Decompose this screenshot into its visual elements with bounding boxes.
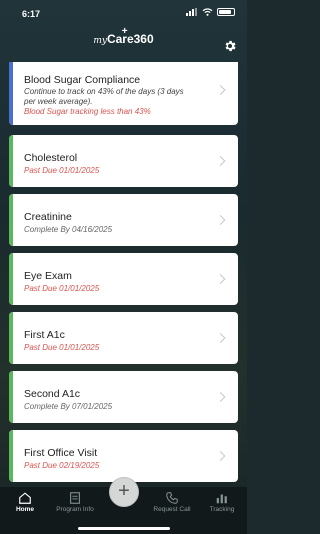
item-due-date: Past Due 01/01/2025 xyxy=(24,284,100,293)
item-due-date: Complete By 07/01/2025 xyxy=(24,402,113,411)
mycare360-logo: + myCare360 xyxy=(93,26,154,46)
list-item-first-a1c[interactable]: First A1c Past Due 01/01/2025 xyxy=(9,312,238,364)
list-item-creatinine[interactable]: Creatinine Complete By 04/16/2025 xyxy=(9,194,238,246)
chevron-right-icon xyxy=(215,392,226,402)
item-title: First A1c xyxy=(24,329,65,341)
bar-chart-icon xyxy=(216,494,227,504)
home-indicator xyxy=(78,527,170,530)
item-title: First Office Visit xyxy=(24,447,98,459)
cellular-signal-icon xyxy=(186,8,198,16)
tab-program-info-label: Program Info xyxy=(56,506,94,513)
item-detail: Continue to track on 43% of the days (3 … xyxy=(24,87,184,96)
list-item-first-office-visit[interactable]: First Office Visit Past Due 02/19/2025 xyxy=(9,430,238,482)
tab-home[interactable]: Home xyxy=(0,487,50,534)
app-header: + myCare360 xyxy=(0,26,247,62)
tab-request-call-label: Request Call xyxy=(153,506,191,513)
add-button[interactable]: + xyxy=(109,477,139,507)
list-item-second-a1c[interactable]: Second A1c Complete By 07/01/2025 xyxy=(9,371,238,423)
status-bar-green xyxy=(9,194,13,246)
care-item-list[interactable]: Blood Sugar Compliance Continue to track… xyxy=(9,62,238,487)
document-icon xyxy=(70,492,80,504)
item-due-date: Past Due 01/01/2025 xyxy=(24,166,100,175)
status-bar-green xyxy=(9,253,13,305)
status-icons xyxy=(186,8,235,16)
list-item-blood-sugar-compliance[interactable]: Blood Sugar Compliance Continue to track… xyxy=(9,62,238,125)
status-bar: 6:17 xyxy=(0,0,247,28)
logo-cross-icon: + xyxy=(121,26,128,37)
chevron-right-icon xyxy=(215,84,226,95)
phone-icon xyxy=(166,492,178,504)
status-bar-green xyxy=(9,430,13,482)
gear-icon[interactable] xyxy=(223,39,237,53)
item-title: Second A1c xyxy=(24,388,81,400)
item-title: Eye Exam xyxy=(24,270,72,282)
item-due-date: Past Due 02/19/2025 xyxy=(24,461,100,470)
chevron-right-icon xyxy=(215,274,226,284)
tab-tracking-label: Tracking xyxy=(209,506,235,513)
chevron-right-icon xyxy=(215,215,226,225)
status-time: 6:17 xyxy=(22,9,41,19)
item-warning: Blood Sugar tracking less than 43% xyxy=(24,107,151,116)
list-item-eye-exam[interactable]: Eye Exam Past Due 01/01/2025 xyxy=(9,253,238,305)
chevron-right-icon xyxy=(215,451,226,461)
battery-icon xyxy=(217,8,235,16)
home-icon xyxy=(19,492,31,504)
tab-home-label: Home xyxy=(15,506,35,513)
item-detail: per week average). xyxy=(24,97,93,106)
item-due-date: Complete By 04/16/2025 xyxy=(24,225,113,234)
chevron-right-icon xyxy=(215,156,226,166)
wifi-icon xyxy=(202,8,213,16)
item-title: Cholesterol xyxy=(24,152,78,164)
status-bar-blue xyxy=(9,62,13,125)
chevron-right-icon xyxy=(215,333,226,343)
status-bar-green xyxy=(9,135,13,187)
status-bar-green xyxy=(9,371,13,423)
list-item-cholesterol[interactable]: Cholesterol Past Due 01/01/2025 xyxy=(9,135,238,187)
item-due-date: Past Due 01/01/2025 xyxy=(24,343,100,352)
item-title: Creatinine xyxy=(24,211,72,223)
item-title: Blood Sugar Compliance xyxy=(24,74,141,86)
status-bar-green xyxy=(9,312,13,364)
tab-tracking[interactable]: Tracking xyxy=(197,487,247,534)
